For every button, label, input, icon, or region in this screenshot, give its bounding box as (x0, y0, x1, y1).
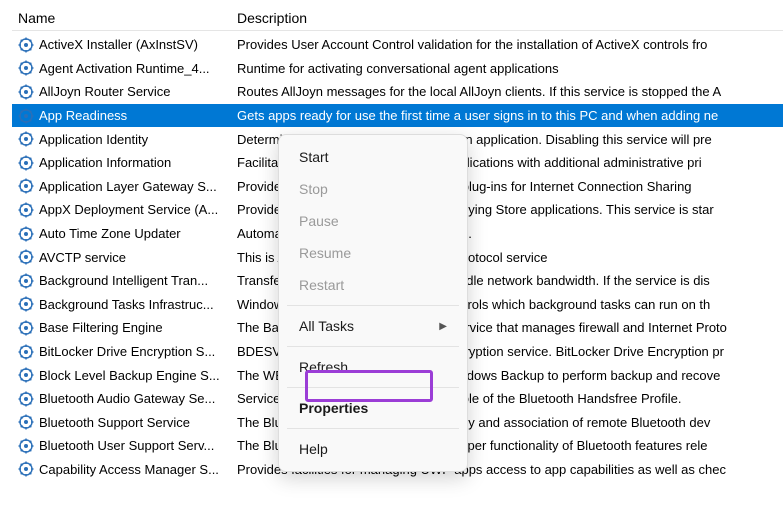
service-name-cell: Bluetooth User Support Serv... (18, 438, 237, 454)
context-menu: Start Stop Pause Resume Restart All Task… (278, 134, 468, 472)
service-row[interactable]: Agent Activation Runtime_4... Runtime for… (12, 57, 783, 81)
service-name-cell: App Readiness (18, 108, 237, 124)
ctx-refresh[interactable]: Refresh (279, 351, 467, 383)
service-description-cell: Gets apps ready for use the first time a… (237, 108, 783, 123)
service-name-label: AVCTP service (39, 250, 126, 265)
service-name-cell: Bluetooth Audio Gateway Se... (18, 391, 237, 407)
service-name-label: Application Layer Gateway S... (39, 179, 217, 194)
service-description-cell: Provides User Account Control validation… (237, 37, 783, 52)
service-name-label: Agent Activation Runtime_4... (39, 61, 210, 76)
service-name-cell: Auto Time Zone Updater (18, 226, 237, 242)
ctx-start[interactable]: Start (279, 141, 467, 173)
gear-icon (18, 60, 34, 76)
gear-icon (18, 37, 34, 53)
service-name-label: Application Identity (39, 132, 148, 147)
gear-icon (18, 414, 34, 430)
ctx-help[interactable]: Help (279, 433, 467, 465)
gear-icon (18, 202, 34, 218)
gear-icon (18, 84, 34, 100)
ctx-stop: Stop (279, 173, 467, 205)
gear-icon (18, 320, 34, 336)
gear-icon (18, 273, 34, 289)
service-name-label: Bluetooth Audio Gateway Se... (39, 391, 215, 406)
service-name-cell: Background Tasks Infrastruc... (18, 296, 237, 312)
service-name-label: AppX Deployment Service (A... (39, 202, 218, 217)
service-name-cell: Capability Access Manager S... (18, 461, 237, 477)
ctx-separator (287, 387, 459, 388)
service-name-label: Bluetooth User Support Serv... (39, 438, 214, 453)
service-row[interactable]: ActiveX Installer (AxInstSV) Provides Use… (12, 33, 783, 57)
gear-icon (18, 226, 34, 242)
ctx-pause: Pause (279, 205, 467, 237)
ctx-separator (287, 305, 459, 306)
service-name-cell: Bluetooth Support Service (18, 414, 237, 430)
column-header-description[interactable]: Description (237, 10, 783, 26)
service-description-cell: Routes AllJoyn messages for the local Al… (237, 84, 783, 99)
ctx-separator (287, 428, 459, 429)
service-name-cell: Agent Activation Runtime_4... (18, 60, 237, 76)
service-row[interactable]: AllJoyn Router Service Routes AllJoyn mes… (12, 80, 783, 104)
column-headers: Name Description (12, 10, 783, 31)
chevron-right-icon: ▶ (439, 321, 447, 332)
gear-icon (18, 155, 34, 171)
service-name-label: Application Information (39, 155, 171, 170)
ctx-all-tasks[interactable]: All Tasks ▶ (279, 310, 467, 342)
service-name-label: ActiveX Installer (AxInstSV) (39, 37, 198, 52)
service-name-cell: Block Level Backup Engine S... (18, 367, 237, 383)
service-name-cell: Base Filtering Engine (18, 320, 237, 336)
service-row[interactable]: App Readiness Gets apps ready for use the… (12, 104, 783, 128)
gear-icon (18, 367, 34, 383)
service-description-cell: Runtime for activating conversational ag… (237, 61, 783, 76)
service-name-label: App Readiness (39, 108, 127, 123)
service-name-cell: BitLocker Drive Encryption S... (18, 344, 237, 360)
service-name-label: Bluetooth Support Service (39, 415, 190, 430)
service-name-cell: Application Information (18, 155, 237, 171)
service-name-label: Capability Access Manager S... (39, 462, 219, 477)
service-name-cell: AllJoyn Router Service (18, 84, 237, 100)
column-header-name[interactable]: Name (12, 10, 237, 26)
gear-icon (18, 131, 34, 147)
ctx-properties[interactable]: Properties (279, 392, 467, 424)
ctx-restart: Restart (279, 269, 467, 301)
gear-icon (18, 108, 34, 124)
service-name-label: AllJoyn Router Service (39, 84, 171, 99)
service-name-label: Auto Time Zone Updater (39, 226, 181, 241)
gear-icon (18, 178, 34, 194)
service-name-label: Background Tasks Infrastruc... (39, 297, 214, 312)
service-name-cell: AVCTP service (18, 249, 237, 265)
gear-icon (18, 296, 34, 312)
service-name-label: Background Intelligent Tran... (39, 273, 208, 288)
gear-icon (18, 344, 34, 360)
service-name-label: Base Filtering Engine (39, 320, 163, 335)
service-name-cell: ActiveX Installer (AxInstSV) (18, 37, 237, 53)
service-name-cell: Application Layer Gateway S... (18, 178, 237, 194)
ctx-separator (287, 346, 459, 347)
service-name-label: BitLocker Drive Encryption S... (39, 344, 215, 359)
gear-icon (18, 438, 34, 454)
service-name-label: Block Level Backup Engine S... (39, 368, 220, 383)
gear-icon (18, 249, 34, 265)
ctx-resume: Resume (279, 237, 467, 269)
gear-icon (18, 391, 34, 407)
service-name-cell: Background Intelligent Tran... (18, 273, 237, 289)
gear-icon (18, 461, 34, 477)
service-name-cell: AppX Deployment Service (A... (18, 202, 237, 218)
service-name-cell: Application Identity (18, 131, 237, 147)
ctx-all-tasks-label: All Tasks (299, 318, 354, 334)
